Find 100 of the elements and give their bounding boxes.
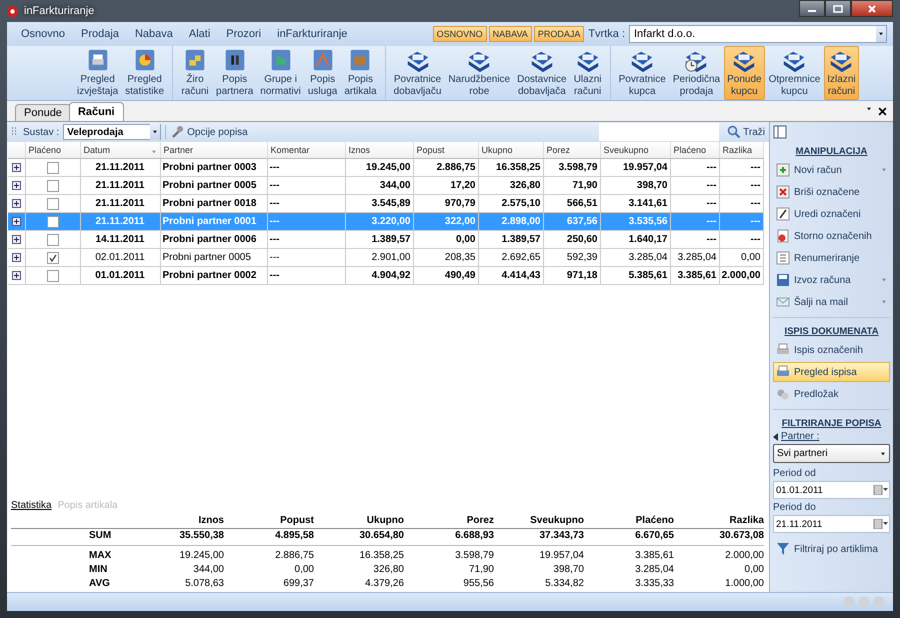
ribbon-button[interactable]: Popis usluga [304, 46, 340, 100]
partner-dropdown[interactable]: Svi partneri [773, 444, 890, 463]
list-options-button[interactable]: Opcije popisa [165, 125, 252, 139]
mode-button[interactable]: PRODAJA [534, 26, 584, 42]
plus-icon [776, 163, 790, 177]
menu-item[interactable]: Nabava [126, 26, 181, 42]
column-header[interactable]: Plaćeno [670, 142, 719, 158]
table-cell: 3.220,00 [345, 212, 413, 230]
ribbon-button[interactable]: Popis artikala [341, 46, 380, 100]
ribbon-button[interactable]: Popis partnera [213, 46, 256, 100]
table-cell: 14.11.2011 [80, 230, 160, 248]
ribbon-button[interactable]: Grupe i normativi [257, 46, 304, 100]
stat-value: 30.673,08 [674, 529, 764, 546]
menu-item[interactable]: inFarkturiranje [269, 26, 356, 42]
document-tab[interactable]: Računi [68, 102, 124, 121]
ribbon-button[interactable]: Pregled statistike [122, 46, 168, 100]
ribbon-button[interactable]: Periodična prodaja [670, 46, 724, 100]
search-field[interactable] [599, 123, 720, 141]
column-header[interactable]: Plaćeno [25, 142, 80, 158]
panel-action[interactable]: Predložak [773, 384, 890, 404]
mode-button[interactable]: NABAVA [488, 26, 532, 42]
expand-icon [12, 198, 21, 208]
panel-action[interactable]: Renumeriranje [773, 248, 890, 268]
panel-action[interactable]: Ispis označenih [773, 340, 890, 360]
ribbon-button[interactable]: Pregled izvještaja [74, 46, 122, 100]
date-field[interactable]: 01.01.2011 [773, 481, 890, 499]
close-button[interactable] [851, 0, 893, 17]
menu-item[interactable]: Osnovno [13, 26, 74, 42]
table-cell: 2.886,75 [413, 158, 478, 176]
search-icon [727, 125, 742, 139]
column-header[interactable]: Iznos [345, 142, 413, 158]
column-header[interactable]: Partner [160, 142, 267, 158]
checkbox[interactable] [46, 252, 58, 264]
panel-action[interactable]: Uredi označeni [773, 204, 890, 224]
partner-label[interactable]: Partner : [781, 431, 820, 442]
checkbox[interactable] [46, 234, 58, 246]
document-tab[interactable]: Ponude [15, 104, 71, 121]
table-cell: Probni partner 0005 [160, 248, 267, 266]
ribbon-button[interactable]: Povratnice dobavljaču [390, 46, 444, 100]
stat-value: 3.385,61 [634, 549, 674, 563]
system-dropdown[interactable]: Veleprodaja [63, 124, 162, 140]
mode-button[interactable]: OSNOVNO [432, 26, 487, 42]
checkbox[interactable] [46, 216, 58, 228]
expand-icon [12, 234, 21, 244]
minimize-button[interactable] [799, 0, 825, 17]
menu-item[interactable]: Alati [180, 26, 218, 42]
stat-value: 0,00 [744, 563, 764, 577]
stat-value: 3.285,04 [634, 563, 674, 577]
column-header[interactable]: Porez [543, 142, 600, 158]
ribbon-button[interactable]: Narudžbenice robe [445, 46, 514, 100]
checkbox[interactable] [46, 180, 58, 192]
checkbox[interactable] [46, 162, 58, 174]
column-header[interactable]: Komentar [267, 142, 345, 158]
ribbon-button[interactable]: Otpremnice kupcu [766, 46, 824, 100]
ribbon-button[interactable]: Ulazni računi [570, 46, 605, 100]
checkbox[interactable] [46, 270, 58, 282]
panel-action[interactable]: Briši označene [773, 182, 890, 202]
ribbon-button[interactable]: Povratnice kupca [616, 46, 669, 100]
menu-item[interactable]: Prozori [218, 26, 270, 42]
calendar-icon [873, 485, 889, 495]
panel-action[interactable]: Pregled ispisa [773, 362, 890, 382]
panel-action[interactable]: Šalji na mail [773, 292, 890, 312]
panel-action[interactable]: Storno označenih [773, 226, 890, 246]
stats-tab[interactable]: Statistika [11, 500, 52, 510]
ribbon-button[interactable]: Žiro računi [178, 46, 212, 100]
company-dropdown[interactable]: Infarkt d.o.o. [629, 25, 887, 43]
table-cell: --- [719, 230, 763, 248]
table-cell: Probni partner 0002 [160, 266, 267, 284]
column-header: Iznos [134, 514, 224, 529]
ribbon-button[interactable]: Ponude kupcu [724, 46, 765, 100]
panel-action[interactable]: Izvoz računa [773, 270, 890, 290]
stat-value: 19.245,00 [178, 549, 224, 563]
menu-item[interactable]: Prodaja [73, 26, 127, 42]
stat-value: 398,70 [552, 563, 584, 577]
column-header[interactable]: Ukupno [478, 142, 543, 158]
wrench-icon [170, 125, 184, 139]
stat-value: 3.598,79 [454, 549, 494, 563]
table-cell: 3.285,04 [600, 248, 670, 266]
stat-value: 71,90 [468, 563, 494, 577]
ribbon-button[interactable]: Dostavnice dobavljača [514, 46, 570, 100]
table-cell: 19.957,04 [600, 158, 670, 176]
ribbon-button[interactable]: Izlazni računi [824, 46, 859, 100]
stat-value: 6.688,93 [404, 529, 494, 546]
table-cell: 1.640,17 [600, 230, 670, 248]
search-button[interactable]: Traži [723, 125, 769, 139]
maximize-button[interactable] [825, 0, 851, 17]
column-header[interactable]: Razlika [719, 142, 763, 158]
checkbox[interactable] [46, 198, 58, 210]
column-header[interactable]: Popust [413, 142, 478, 158]
table-cell: 2.898,00 [478, 212, 543, 230]
filter-button[interactable]: Filtriraj po artiklima [773, 539, 890, 559]
table-cell: 344,00 [345, 176, 413, 194]
panel-action[interactable]: Novi račun [773, 160, 890, 180]
column-header[interactable]: Datum [80, 142, 160, 158]
column-header[interactable]: Sveukupno [600, 142, 670, 158]
maximize-icon [833, 4, 843, 12]
table-cell: 3.535,56 [600, 212, 670, 230]
date-field[interactable]: 21.11.2011 [773, 515, 890, 533]
table-cell: Probni partner 0006 [160, 230, 267, 248]
row-label: SUM [89, 529, 134, 546]
